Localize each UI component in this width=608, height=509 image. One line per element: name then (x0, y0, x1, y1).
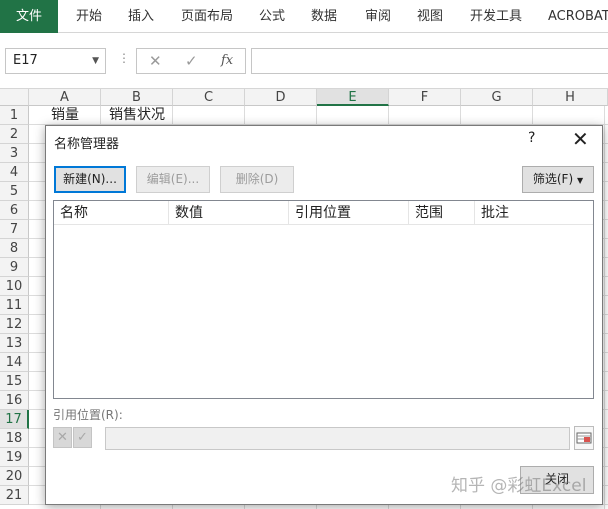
dialog-title: 名称管理器 (54, 137, 120, 152)
row-header-18[interactable]: 18 (0, 429, 29, 448)
name-box[interactable]: E17 ▼ (5, 48, 106, 74)
range-picker-icon[interactable] (574, 426, 594, 450)
cancel-icon[interactable]: ✕ (149, 52, 162, 70)
tab-formulas[interactable]: 公式 (259, 0, 285, 33)
column-scope[interactable]: 范围 (409, 201, 475, 225)
tab-review[interactable]: 审阅 (365, 0, 391, 33)
formula-bar: E17 ▼ ⋮ ✕ ✓ fx (0, 33, 608, 89)
filter-button-label: 筛选(F) (532, 172, 574, 186)
list-header: 名称 数值 引用位置 范围 批注 (54, 201, 593, 225)
tab-page-layout[interactable]: 页面布局 (181, 0, 233, 33)
tab-home[interactable]: 开始 (76, 0, 102, 33)
more-icon[interactable]: ⋮ (118, 51, 130, 65)
tab-insert[interactable]: 插入 (128, 0, 154, 33)
cancel-icon[interactable]: ✕ (53, 427, 72, 448)
row-header-7[interactable]: 7 (0, 220, 29, 239)
ribbon: 文件 开始 插入 页面布局 公式 数据 审阅 视图 开发工具 ACROBAT (0, 0, 608, 33)
row-header-2[interactable]: 2 (0, 125, 29, 144)
close-icon[interactable]: ✕ (572, 127, 589, 151)
row-header-19[interactable]: 19 (0, 448, 29, 467)
row-header-13[interactable]: 13 (0, 334, 29, 353)
row-header-15[interactable]: 15 (0, 372, 29, 391)
edit-button[interactable]: 编辑(E)... (136, 166, 210, 193)
row-header-21[interactable]: 21 (0, 486, 29, 505)
new-button[interactable]: 新建(N)... (54, 166, 126, 193)
column-name[interactable]: 名称 (54, 201, 169, 225)
chevron-down-icon: ▼ (576, 176, 584, 185)
column-value[interactable]: 数值 (169, 201, 289, 225)
row-header-10[interactable]: 10 (0, 277, 29, 296)
row-header-11[interactable]: 11 (0, 296, 29, 315)
column-comment[interactable]: 批注 (475, 201, 593, 225)
row-header-1[interactable]: 1 (0, 106, 29, 125)
delete-button[interactable]: 删除(D) (220, 166, 294, 193)
column-header-c[interactable]: C (173, 89, 245, 106)
chevron-down-icon[interactable]: ▼ (92, 49, 99, 73)
tab-view[interactable]: 视图 (417, 0, 443, 33)
refers-to-input[interactable] (105, 427, 570, 450)
column-header-e[interactable]: E (317, 89, 389, 106)
select-all-corner[interactable] (0, 89, 29, 106)
enter-icon[interactable]: ✓ (185, 52, 198, 70)
name-manager-dialog: 名称管理器 ? ✕ 新建(N)... 编辑(E)... 删除(D) 筛选(F) … (45, 125, 603, 505)
row-header-17[interactable]: 17 (0, 410, 29, 429)
column-refers-to[interactable]: 引用位置 (289, 201, 409, 225)
row-header-6[interactable]: 6 (0, 201, 29, 220)
name-box-value: E17 (13, 53, 38, 68)
column-header-f[interactable]: F (389, 89, 461, 106)
tab-developer[interactable]: 开发工具 (470, 0, 522, 33)
filter-button[interactable]: 筛选(F) ▼ (522, 166, 594, 193)
refers-to-buttons: ✕ ✓ (53, 427, 93, 448)
formula-input[interactable] (251, 48, 608, 74)
row-header-16[interactable]: 16 (0, 391, 29, 410)
names-list[interactable]: 名称 数值 引用位置 范围 批注 (53, 200, 594, 399)
tab-acrobat[interactable]: ACROBAT (548, 0, 608, 33)
row-header-12[interactable]: 12 (0, 315, 29, 334)
row-header-5[interactable]: 5 (0, 182, 29, 201)
watermark: 知乎 @彩虹Excel (451, 476, 587, 496)
cell-a1[interactable]: 销量 (29, 106, 101, 125)
row-header-8[interactable]: 8 (0, 239, 29, 258)
help-icon[interactable]: ? (528, 130, 535, 146)
refers-to-label: 引用位置(R): (53, 408, 123, 422)
cell-b1[interactable]: 销售状况 (101, 106, 173, 125)
column-header-b[interactable]: B (101, 89, 173, 106)
tab-file[interactable]: 文件 (0, 0, 58, 33)
column-header-g[interactable]: G (461, 89, 533, 106)
row-header-20[interactable]: 20 (0, 467, 29, 486)
column-header-h[interactable]: H (533, 89, 608, 106)
tab-data[interactable]: 数据 (311, 0, 337, 33)
row-header-14[interactable]: 14 (0, 353, 29, 372)
formula-buttons: ✕ ✓ fx (136, 48, 246, 74)
insert-function-icon[interactable]: fx (221, 53, 233, 68)
row-header-3[interactable]: 3 (0, 144, 29, 163)
range-picker-glyph (576, 432, 592, 444)
row-header-4[interactable]: 4 (0, 163, 29, 182)
row-header-9[interactable]: 9 (0, 258, 29, 277)
column-header-a[interactable]: A (29, 89, 101, 106)
column-header-d[interactable]: D (245, 89, 317, 106)
check-icon[interactable]: ✓ (73, 427, 92, 448)
